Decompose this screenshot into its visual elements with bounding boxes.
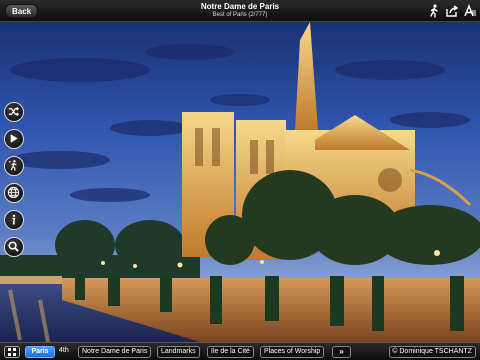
more-breadcrumbs-button[interactable]: » — [332, 346, 351, 358]
bottom-bar: Paris 4th Notre Dame de Paris Landmarks … — [0, 342, 480, 360]
play-button[interactable] — [4, 129, 24, 149]
info-icon — [12, 214, 16, 225]
top-bar: Back Notre Dame de Paris Best of Paris (… — [0, 0, 480, 22]
breadcrumb-ile-de-la-cite[interactable]: Ile de la Cité — [207, 346, 254, 358]
tour-button[interactable] — [4, 156, 24, 176]
info-button[interactable] — [4, 210, 24, 230]
breadcrumb-paris[interactable]: Paris — [25, 346, 55, 358]
search-button[interactable] — [4, 237, 24, 257]
shuffle-button[interactable] — [4, 102, 24, 122]
page-subtitle: Best of Paris (2/777) — [212, 12, 268, 18]
photo-credit-label: Dominique TSCHANTZ — [399, 348, 472, 355]
grid-view-button[interactable] — [4, 346, 20, 358]
globe-icon — [7, 186, 20, 199]
back-button[interactable]: Back — [5, 4, 39, 18]
copyright-icon: © — [392, 348, 398, 355]
shuffle-icon — [8, 106, 19, 117]
search-icon — [8, 241, 19, 252]
text-size-icon[interactable] — [462, 3, 478, 19]
photo-credit[interactable]: © Dominique TSCHANTZ — [389, 346, 476, 358]
walking-person-icon[interactable] — [426, 3, 442, 19]
breadcrumb-4th[interactable]: 4th — [56, 346, 72, 358]
breadcrumb-places-of-worship[interactable]: Places of Worship — [260, 346, 325, 358]
play-icon — [10, 134, 18, 143]
share-icon[interactable] — [444, 3, 460, 19]
tour-icon — [8, 160, 17, 171]
breadcrumb-landmarks[interactable]: Landmarks — [157, 346, 200, 358]
grid-icon — [8, 348, 16, 356]
globe-button[interactable] — [4, 183, 24, 203]
page-title: Notre Dame de Paris — [200, 2, 280, 11]
cathedral-photo — [0, 0, 480, 360]
breadcrumb-notre-dame[interactable]: Notre Dame de Paris — [78, 346, 152, 358]
